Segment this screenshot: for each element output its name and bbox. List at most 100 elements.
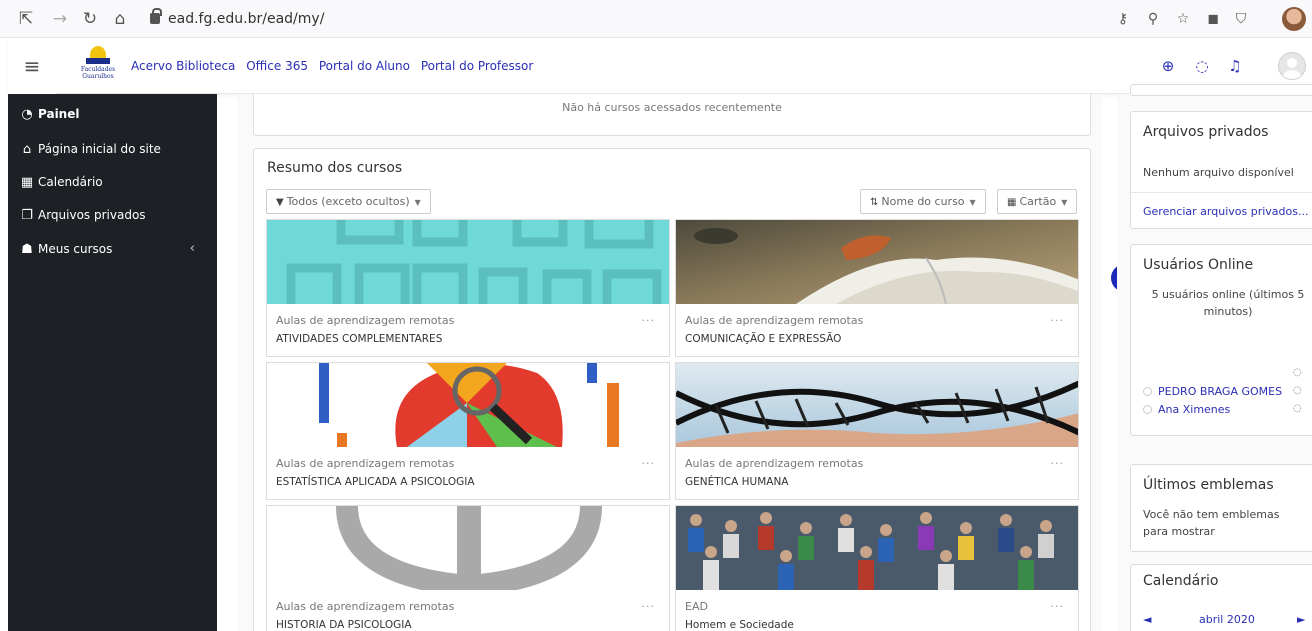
message-icon[interactable]: ◌ — [1293, 403, 1302, 414]
recent-courses-card: Não há cursos acessados recentemente — [253, 94, 1091, 136]
extension-icon[interactable]: ◼ — [1203, 9, 1223, 29]
home-icon: ⌂ — [22, 142, 32, 157]
drawer-item-home[interactable]: ⌂ Página inicial do site — [19, 139, 161, 159]
course-category: Aulas de aprendizagem remotas — [276, 314, 455, 327]
cursor-icon: ⇱ — [18, 9, 34, 29]
course-name[interactable]: ESTATÍSTICA APLICADA A PSICOLOGIA — [276, 476, 475, 488]
message-icon[interactable]: ◌ — [1293, 367, 1302, 378]
online-user-link[interactable]: PEDRO BRAGA GOMES — [1143, 385, 1282, 398]
course-card[interactable]: Aulas de aprendizagem remotas ATIVIDADES… — [266, 219, 670, 357]
caret-down-icon: ▼ — [969, 198, 976, 207]
calendar-icon: ▦ — [20, 175, 34, 190]
private-files-block: Arquivos privados Nenhum arquivo disponí… — [1130, 111, 1312, 229]
blocks-column: Arquivos privados Nenhum arquivo disponí… — [1117, 84, 1312, 631]
nav-link-office365[interactable]: Office 365 — [246, 59, 308, 73]
course-name[interactable]: COMUNICAÇÃO E EXPRESSÃO — [685, 333, 841, 345]
online-users-title: Usuários Online — [1143, 257, 1254, 273]
course-overview-card: Resumo dos cursos ▼ Todos (exceto ocultos… — [253, 148, 1091, 631]
recent-empty-message: Não há cursos acessados recentemente — [562, 101, 782, 114]
badges-block: Últimos emblemas Você não tem emblemas p… — [1130, 464, 1312, 552]
shield-icon[interactable]: ⛉ — [1231, 9, 1251, 29]
block-top-stub — [1130, 84, 1312, 96]
browser-profile-avatar[interactable] — [1282, 7, 1306, 31]
more-options-icon[interactable]: ··· — [642, 314, 656, 327]
private-files-empty: Nenhum arquivo disponível — [1143, 166, 1294, 179]
bell-icon[interactable]: ♫ — [1225, 56, 1245, 76]
calendar-block: Calendário ◄ abril 2020 ► — [1130, 564, 1312, 631]
course-category: Aulas de aprendizagem remotas — [685, 457, 864, 470]
course-image[interactable] — [676, 506, 1078, 590]
course-category: Aulas de aprendizagem remotas — [685, 314, 864, 327]
course-card[interactable]: EAD Homem e Sociedade ··· — [675, 505, 1079, 631]
course-name[interactable]: GENÉTICA HUMANA — [685, 476, 788, 488]
drawer-item-private-files[interactable]: ❐ Arquivos privados — [19, 205, 145, 225]
course-overview-title: Resumo dos cursos — [267, 160, 403, 176]
more-options-icon[interactable]: ··· — [642, 600, 656, 613]
files-icon: ❐ — [21, 208, 33, 223]
prev-month-icon[interactable]: ◄ — [1143, 613, 1151, 626]
nav-link-portal-aluno[interactable]: Portal do Aluno — [319, 59, 410, 73]
browser-toolbar: ⇱ → ↻ ⌂ ead.fg.edu.br/ead/my/ ⚷ ⚲ ☆ ◼ ⛉ — [0, 0, 1312, 38]
badges-empty: Você não tem emblemas para mostrar — [1143, 508, 1280, 538]
manage-private-files-link[interactable]: Gerenciar arquivos privados... — [1143, 205, 1308, 218]
calendar-title: Calendário — [1143, 573, 1219, 589]
site-logo[interactable]: Faculdades Guarulhos — [76, 44, 120, 88]
course-card[interactable]: Aulas de aprendizagem remotas GENÉTICA H… — [675, 362, 1079, 500]
more-options-icon[interactable]: ··· — [1051, 314, 1065, 327]
course-image[interactable] — [267, 220, 669, 304]
more-options-icon[interactable]: ··· — [1051, 600, 1065, 613]
course-image[interactable] — [267, 363, 669, 447]
sort-dropdown[interactable]: ⇅ Nome do curso ▼ — [860, 189, 986, 214]
logo-text: Faculdades Guarulhos — [80, 66, 116, 80]
forward-icon[interactable]: → — [50, 9, 70, 29]
course-name[interactable]: ATIVIDADES COMPLEMENTARES — [276, 333, 442, 345]
course-image[interactable] — [676, 363, 1078, 447]
course-image[interactable] — [267, 506, 669, 590]
user-status-icon — [1143, 405, 1152, 414]
caret-down-icon: ▼ — [1061, 198, 1068, 207]
address-bar[interactable]: ead.fg.edu.br/ead/my/ — [150, 8, 324, 30]
url-text: ead.fg.edu.br/ead/my/ — [168, 11, 325, 27]
site-navbar: ≡ Faculdades Guarulhos Acervo Biblioteca… — [8, 38, 1312, 94]
graduation-cap-icon: ☗ — [21, 242, 33, 257]
star-icon[interactable]: ☆ — [1173, 9, 1193, 29]
course-card[interactable]: Aulas de aprendizagem remotas COMUNICAÇÃ… — [675, 219, 1079, 357]
menu-icon[interactable]: ≡ — [8, 38, 56, 94]
online-user-link[interactable]: Ana Ximenes — [1143, 403, 1230, 416]
course-image[interactable] — [676, 220, 1078, 304]
more-options-icon[interactable]: ··· — [642, 457, 656, 470]
course-name[interactable]: HISTORIA DA PSICOLOGIA — [276, 619, 412, 631]
lock-icon — [150, 8, 162, 24]
nav-link-acervo[interactable]: Acervo Biblioteca — [131, 59, 235, 73]
course-name[interactable]: Homem e Sociedade — [685, 619, 794, 631]
course-category: EAD — [685, 600, 708, 613]
chat-icon[interactable]: ◌ — [1192, 56, 1212, 76]
online-users-block: Usuários Online 5 usuários online (últim… — [1130, 244, 1312, 436]
grid-icon: ▦ — [1007, 197, 1017, 208]
online-users-summary: 5 usuários online (últimos 5 minutos) — [1151, 288, 1305, 318]
reload-icon[interactable]: ↻ — [80, 9, 100, 29]
course-category: Aulas de aprendizagem remotas — [276, 457, 455, 470]
message-icon[interactable]: ◌ — [1293, 385, 1302, 396]
course-card[interactable]: Aulas de aprendizagem remotas HISTORIA D… — [266, 505, 670, 631]
top-nav-links: Acervo Biblioteca Office 365 Portal do A… — [131, 38, 540, 94]
home-icon[interactable]: ⌂ — [110, 9, 130, 29]
view-dropdown[interactable]: ▦ Cartão ▼ — [997, 189, 1078, 214]
calendar-month-label: abril 2020 — [1199, 613, 1255, 626]
course-card[interactable]: Aulas de aprendizagem remotas ESTATÍSTIC… — [266, 362, 670, 500]
next-month-icon[interactable]: ► — [1297, 613, 1305, 626]
chevron-left-icon: ‹ — [189, 241, 195, 256]
drawer-item-painel[interactable]: ◔ Painel — [19, 104, 79, 124]
filter-dropdown[interactable]: ▼ Todos (exceto ocultos) ▼ — [266, 189, 431, 214]
drawer-item-my-courses[interactable]: ☗ Meus cursos ‹ — [19, 239, 209, 259]
calendar-month-nav: ◄ abril 2020 ► — [1143, 613, 1312, 629]
drawer-item-calendar[interactable]: ▦ Calendário — [19, 172, 103, 192]
more-options-icon[interactable]: ··· — [1051, 457, 1065, 470]
user-avatar[interactable] — [1278, 52, 1306, 80]
sort-icon: ⇅ — [870, 197, 879, 208]
zoom-icon[interactable]: ⚲ — [1143, 9, 1163, 29]
key-icon[interactable]: ⚷ — [1113, 9, 1133, 29]
nav-link-portal-professor[interactable]: Portal do Professor — [421, 59, 534, 73]
globe-icon[interactable]: ⊕ — [1158, 56, 1178, 76]
main-content: Não há cursos acessados recentemente Res… — [237, 94, 1102, 631]
